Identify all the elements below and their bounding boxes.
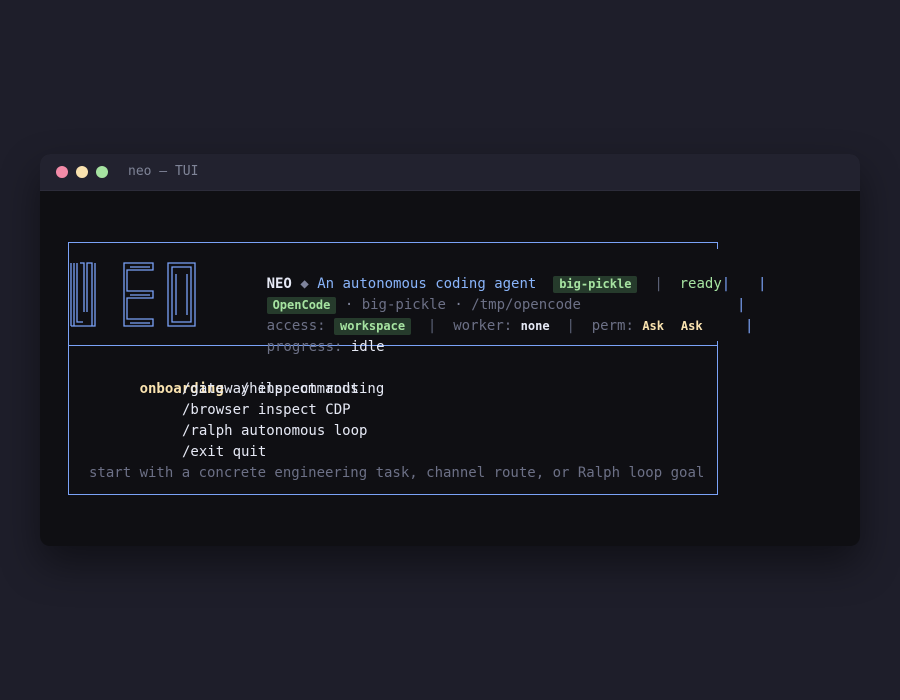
progress-label: progress: — [266, 339, 343, 355]
worker-label: worker: — [453, 318, 513, 334]
frame-right-edge: | — [721, 276, 731, 292]
worker-value: none — [520, 319, 550, 333]
frame-top-border — [68, 242, 718, 243]
minimize-window-button[interactable] — [76, 166, 88, 178]
header-row-title: NEO ◆ An autonomous coding agent big-pic… — [216, 253, 730, 293]
frame-right-edge: | — [737, 297, 746, 313]
terminal-body: NEO ◆ An autonomous coding agent big-pic… — [40, 191, 860, 546]
logo-letter-e — [123, 262, 154, 327]
frame-bottom-border — [68, 494, 718, 495]
status-ready: ready — [679, 276, 722, 292]
command-browser[interactable]: /browser inspect CDP — [182, 400, 351, 421]
pipe-separator: | — [566, 318, 575, 334]
frame-right-edge: | — [745, 318, 754, 334]
neo-logo — [70, 262, 196, 327]
frame-bottom-right-tick — [717, 488, 718, 495]
terminal-window: neo — TUI NEO ◆ An autonomous coding age… — [40, 154, 860, 546]
pipe-separator: | — [654, 276, 663, 292]
header-row-progress: progress: idle — [216, 316, 385, 355]
title-bar: neo — TUI — [40, 154, 860, 191]
header-row-access: access: workspace | worker: none | perm:… — [216, 295, 703, 335]
onboarding-row: onboarding /help commands — [89, 358, 359, 397]
frame-bottom-left-tick — [68, 488, 69, 495]
command-gateway[interactable]: /gateway inspect routing — [182, 379, 384, 400]
perm-label: perm: — [591, 318, 634, 334]
onboarding-hint: start with a concrete engineering task, … — [89, 465, 705, 481]
perm-value-secondary: Ask — [680, 319, 703, 333]
logo-letter-o — [167, 262, 196, 327]
frame-top-right-tick — [717, 242, 718, 249]
maximize-window-button[interactable] — [96, 166, 108, 178]
pipe-separator: | — [427, 318, 437, 334]
header-row-provider: OpenCode · big-pickle · /tmp/opencode — [216, 274, 581, 314]
perm-value-primary: Ask — [642, 319, 665, 333]
progress-value: idle — [350, 339, 385, 355]
close-window-button[interactable] — [56, 166, 68, 178]
frame-right-edge: | — [758, 276, 767, 292]
frame-divider-right-tick — [717, 342, 718, 349]
command-ralph[interactable]: /ralph autonomous loop — [182, 421, 367, 442]
command-exit[interactable]: /exit quit — [182, 442, 266, 463]
frame-right-border-lower — [717, 341, 718, 495]
logo-letter-n — [70, 262, 96, 327]
window-title: neo — TUI — [128, 164, 199, 179]
frame-divider — [68, 345, 718, 346]
